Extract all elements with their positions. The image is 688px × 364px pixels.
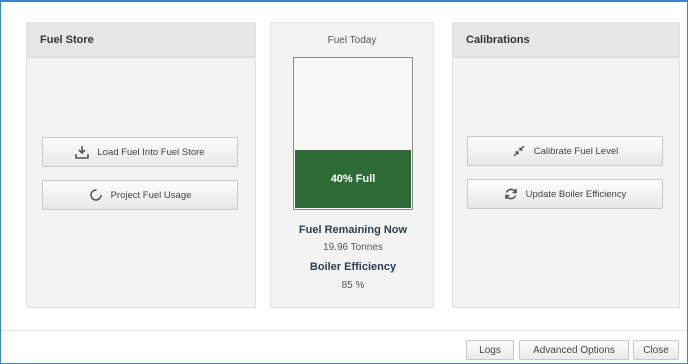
footer-divider xyxy=(1,330,687,331)
fuel-today-panel: Fuel Today 40% Full Fuel Remaining Now 1… xyxy=(270,22,434,308)
refresh-icon xyxy=(89,188,103,202)
update-boiler-efficiency-button[interactable]: Update Boiler Efficiency xyxy=(467,179,663,209)
boiler-efficiency-value: 85 % xyxy=(341,280,365,291)
calibrate-fuel-label: Calibrate Fuel Level xyxy=(533,145,619,157)
fuel-remaining-value: 19.96 Tonnes xyxy=(323,242,383,253)
project-fuel-label: Project Fuel Usage xyxy=(110,189,192,201)
fuel-today-title: Fuel Today xyxy=(327,35,377,46)
close-button[interactable]: Close xyxy=(633,340,679,360)
calibrate-fuel-level-button[interactable]: Calibrate Fuel Level xyxy=(467,136,663,166)
download-icon xyxy=(75,145,90,159)
logs-button[interactable]: Logs xyxy=(466,340,514,360)
calibrations-title: Calibrations xyxy=(453,23,679,58)
load-fuel-button[interactable]: Load Fuel Into Fuel Store xyxy=(42,137,238,167)
fuel-level-gauge: 40% Full xyxy=(293,57,413,210)
compress-icon xyxy=(512,144,526,158)
boiler-efficiency-heading: Boiler Efficiency xyxy=(309,261,397,273)
sync-icon xyxy=(504,187,518,201)
project-fuel-usage-button[interactable]: Project Fuel Usage xyxy=(42,180,238,210)
load-fuel-label: Load Fuel Into Fuel Store xyxy=(97,146,205,158)
advanced-options-button[interactable]: Advanced Options xyxy=(519,340,629,360)
fuel-store-title: Fuel Store xyxy=(27,23,255,58)
fuel-level-fill: 40% Full xyxy=(295,149,411,208)
fuel-level-label: 40% Full xyxy=(330,172,376,185)
update-boiler-label: Update Boiler Efficiency xyxy=(525,188,627,200)
fuel-remaining-heading: Fuel Remaining Now xyxy=(298,224,408,236)
